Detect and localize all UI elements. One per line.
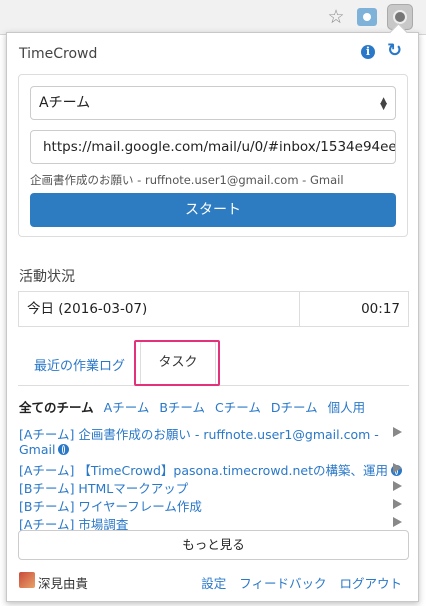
play-icon[interactable] [393, 427, 402, 437]
screenshot-extension-icon[interactable] [357, 8, 377, 26]
status-row: 今日 (2016-03-07) 00:17 [18, 291, 409, 327]
play-icon[interactable] [393, 517, 402, 527]
status-heading: 活動状況 [19, 269, 75, 285]
settings-link[interactable]: 設定 [201, 576, 226, 591]
page-title-hint: 企画書作成のお願い - ruffnote.user1@gmail.com - G… [30, 173, 344, 187]
task-item[interactable]: [Aチーム] 企画書作成のお願い - ruffnote.user1@gmail.… [19, 424, 379, 443]
play-icon[interactable] [393, 481, 402, 491]
url-input[interactable]: https://mail.google.com/mail/u/0/#inbox/… [30, 130, 396, 164]
status-divider [299, 292, 300, 326]
tracker-panel: Aチーム ▲ ▼ https://mail.google.com/mail/u/0… [18, 74, 408, 237]
footer-links: 設定 フィードバック ログアウト [188, 573, 402, 592]
task-label: [Bチーム] ワイヤーフレーム作成 [19, 499, 202, 514]
team-filters: 全てのチーム Aチーム Bチーム Cチーム Dチーム 個人用 [19, 397, 375, 416]
task-item[interactable]: [Bチーム] ワイヤーフレーム作成 [19, 496, 202, 515]
feedback-link[interactable]: フィードバック [239, 576, 326, 591]
show-more-button[interactable]: もっと見る [18, 530, 409, 560]
play-icon[interactable] [393, 499, 402, 509]
status-time: 00:17 [361, 301, 400, 317]
task-label: [Bチーム] HTMLマークアップ [19, 481, 189, 496]
task-item[interactable]: [Aチーム] 【TimeCrowd】pasona.timecrowd.netの構… [19, 460, 402, 479]
globe-icon [58, 444, 70, 455]
tab-recent-logs[interactable]: 最近の作業ログ [34, 355, 125, 374]
play-icon[interactable] [393, 463, 402, 473]
filter-team-d[interactable]: Dチーム [271, 400, 318, 415]
task-label: [Aチーム] 【TimeCrowd】pasona.timecrowd.netの構… [19, 463, 388, 478]
info-icon[interactable]: i [361, 45, 375, 59]
avatar [19, 572, 35, 588]
refresh-icon[interactable]: ↻ [387, 41, 402, 61]
app-title: TimeCrowd [19, 46, 98, 62]
task-label: Gmail [19, 442, 56, 457]
task-item[interactable]: [Bチーム] HTMLマークアップ [19, 478, 188, 497]
status-date: 今日 (2016-03-07) [27, 301, 148, 317]
task-item-continuation[interactable]: Gmail [19, 442, 70, 457]
task-label: [Aチーム] 企画書作成のお願い - ruffnote.user1@gmail.… [19, 427, 379, 442]
filter-all-teams[interactable]: 全てのチーム [19, 400, 94, 415]
user-name: 深見由貴 [38, 576, 89, 591]
bookmark-star-icon[interactable]: ☆ [326, 7, 346, 27]
browser-toolbar: ☆ [0, 0, 426, 35]
filter-team-b[interactable]: Bチーム [159, 400, 205, 415]
tab-highlight-frame [134, 340, 220, 386]
team-select[interactable]: Aチーム ▲ ▼ [30, 86, 396, 120]
start-button[interactable]: スタート [30, 193, 396, 227]
filter-team-c[interactable]: Cチーム [215, 400, 261, 415]
logout-link[interactable]: ログアウト [339, 576, 402, 591]
timecrowd-popup: TimeCrowd i ↻ Aチーム ▲ ▼ https://mail.googl… [6, 32, 419, 602]
team-select-value: Aチーム [39, 95, 91, 111]
filter-personal[interactable]: 個人用 [328, 400, 366, 415]
filter-team-a[interactable]: Aチーム [104, 400, 150, 415]
